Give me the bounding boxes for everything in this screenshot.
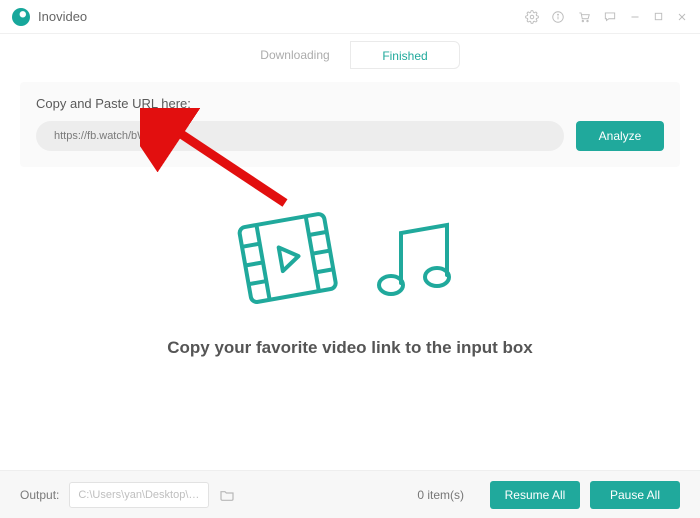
maximize-icon[interactable] [653,11,664,22]
open-folder-icon[interactable] [219,487,235,503]
info-icon[interactable] [551,10,565,24]
window-controls [525,10,688,24]
settings-gear-icon[interactable] [525,10,539,24]
film-icon [233,210,343,310]
items-count: 0 item(s) [417,488,464,502]
feedback-icon[interactable] [603,10,617,24]
output-label: Output: [20,488,59,502]
empty-state-caption: Copy your favorite video link to the inp… [167,338,533,358]
footer-bar: Output: C:\Users\yan\Desktop\te... 0 ite… [0,470,700,518]
pause-all-button[interactable]: Pause All [590,481,680,509]
url-input[interactable] [36,121,564,151]
app-title: Inovideo [38,9,525,24]
resume-all-button[interactable]: Resume All [490,481,580,509]
cart-icon[interactable] [577,10,591,24]
music-note-icon [367,215,467,305]
url-panel-label: Copy and Paste URL here: [36,96,664,111]
url-panel: Copy and Paste URL here: Analyze [20,82,680,167]
analyze-button[interactable]: Analyze [576,121,664,151]
tab-finished[interactable]: Finished [350,41,460,69]
title-bar: Inovideo [0,0,700,34]
tab-downloading[interactable]: Downloading [240,41,350,69]
app-logo [12,8,30,26]
output-path-field[interactable]: C:\Users\yan\Desktop\te... [69,482,209,508]
tabs-bar: Downloading Finished [0,34,700,76]
empty-state: Copy your favorite video link to the inp… [0,160,700,358]
close-icon[interactable] [676,11,688,23]
minimize-icon[interactable] [629,11,641,23]
